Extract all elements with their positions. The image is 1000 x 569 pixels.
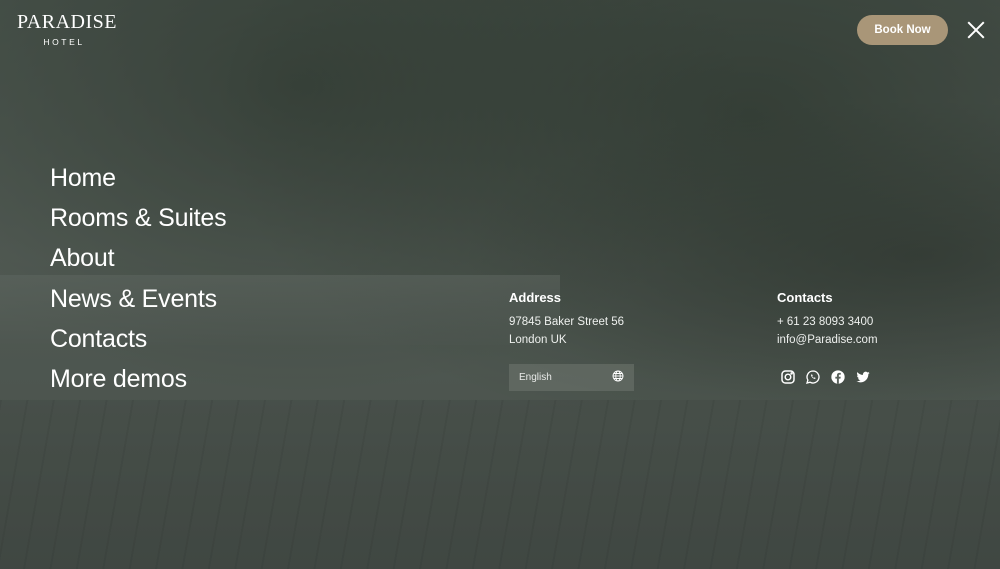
logo-subtitle: HOTEL	[43, 37, 85, 47]
contact-email[interactable]: info@Paradise.com	[777, 331, 878, 349]
twitter-icon[interactable]	[855, 369, 871, 385]
instagram-icon[interactable]	[780, 369, 796, 385]
contact-phone[interactable]: + 61 23 8093 3400	[777, 313, 878, 331]
menu-item-about[interactable]: About	[50, 238, 226, 278]
language-label: English	[519, 372, 552, 383]
globe-icon	[612, 369, 624, 387]
logo[interactable]: PARADISE HOTEL	[17, 11, 117, 47]
contacts-block: Contacts + 61 23 8093 3400 info@Paradise…	[777, 290, 878, 349]
social-links	[780, 369, 871, 385]
menu-item-more-demos[interactable]: More demos	[50, 359, 226, 399]
address-title: Address	[509, 290, 562, 305]
address-block: Address 97845 Baker Street 56 London UK	[509, 290, 624, 349]
language-selector[interactable]: English	[509, 364, 634, 391]
menu-item-home[interactable]: Home	[50, 158, 226, 198]
contacts-title: Contacts	[777, 290, 833, 305]
book-now-button[interactable]: Book Now	[857, 15, 948, 45]
main-menu: Home Rooms & Suites About News & Events …	[50, 158, 227, 399]
menu-item-news-events[interactable]: News & Events	[50, 279, 226, 319]
address-line-1: 97845 Baker Street 56	[509, 316, 625, 328]
logo-brand: PARADISE	[17, 11, 117, 33]
menu-item-rooms-suites[interactable]: Rooms & Suites	[50, 198, 227, 238]
whatsapp-icon[interactable]	[805, 369, 821, 385]
menu-item-contacts[interactable]: Contacts	[50, 319, 226, 359]
close-icon[interactable]	[966, 20, 986, 40]
address-line-2: London UK	[509, 334, 567, 346]
facebook-icon[interactable]	[830, 369, 846, 385]
